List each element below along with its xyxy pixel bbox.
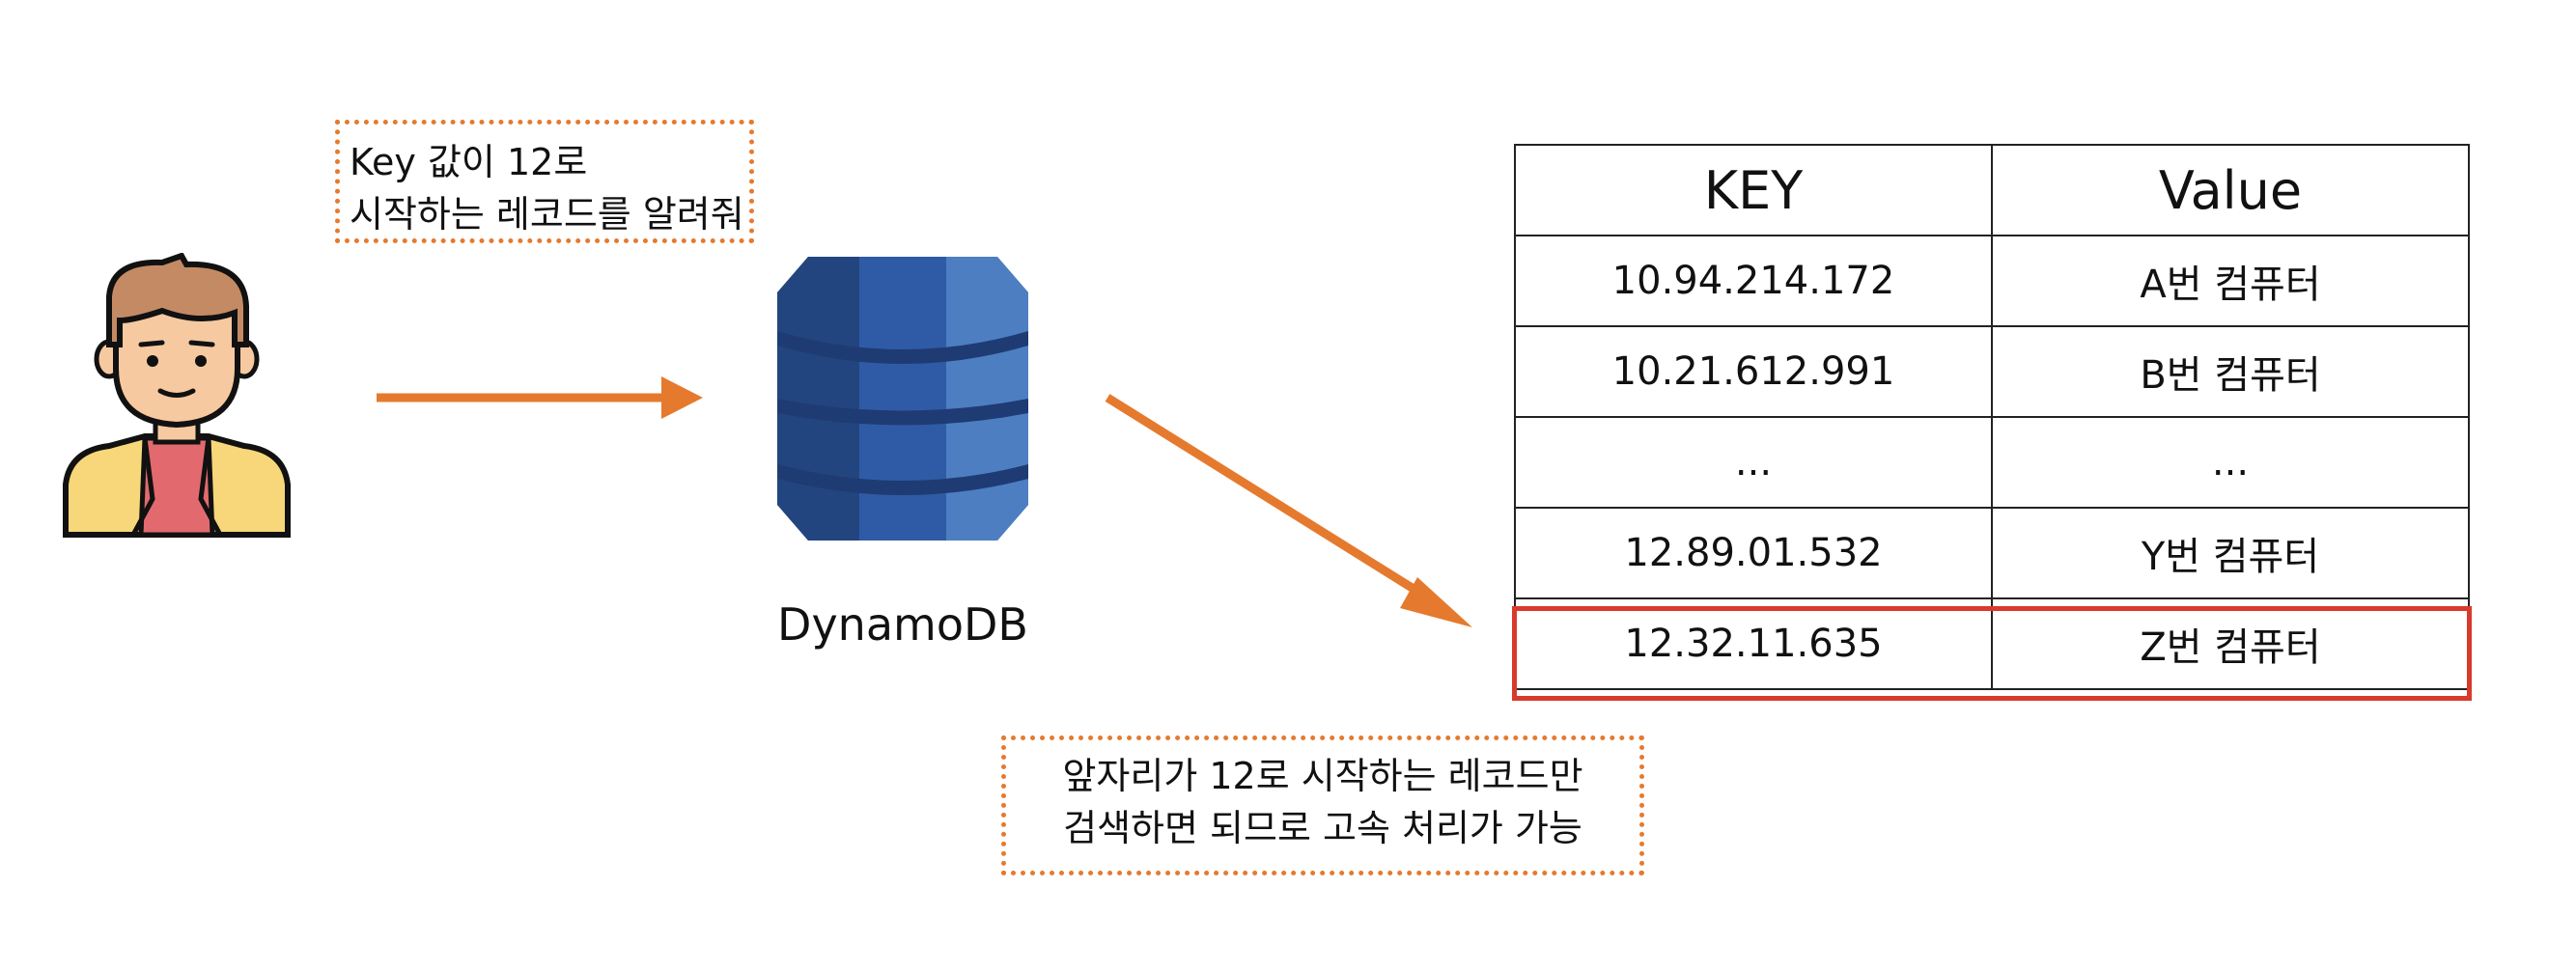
result-note: 앞자리가 12로 시작하는 레코드만 검색하면 되므로 고속 처리가 가능 (1001, 735, 1644, 875)
table-row: 10.94.214.172 A번 컴퓨터 (1514, 235, 2470, 327)
row-value: B번 컴퓨터 (1991, 325, 2470, 418)
row-key: 10.21.612.991 (1514, 325, 1993, 418)
table-row: ... ... (1514, 416, 2470, 509)
table-row: 12.89.01.532 Y번 컴퓨터 (1514, 507, 2470, 599)
dynamodb-label: DynamoDB (777, 598, 1028, 651)
query-note-line-2: 시작하는 레코드를 알려줘 (350, 193, 744, 236)
row-value: A번 컴퓨터 (1991, 235, 2470, 327)
matched-row-highlight (1512, 606, 2472, 701)
row-key: ... (1514, 416, 1993, 509)
person-icon (56, 252, 297, 542)
row-value: ... (1991, 416, 2470, 509)
lookup-arrow-line (1105, 394, 1440, 607)
header-value: Value (1991, 144, 2470, 236)
row-key: 12.89.01.532 (1514, 507, 1993, 599)
dynamodb-icon (768, 254, 1038, 543)
result-note-line-1: 앞자리가 12로 시작하는 레코드만 (1062, 755, 1583, 797)
query-note: Key 값이 12로 시작하는 레코드를 알려줘 (335, 120, 754, 243)
result-note-line-2: 검색하면 되므로 고속 처리가 가능 (1063, 807, 1582, 849)
query-note-line-1: Key 값이 12로 (350, 141, 588, 183)
request-arrow-head (661, 376, 703, 419)
row-key: 10.94.214.172 (1514, 235, 1993, 327)
table-row: 10.21.612.991 B번 컴퓨터 (1514, 325, 2470, 418)
row-value: Y번 컴퓨터 (1991, 507, 2470, 599)
header-key: KEY (1514, 144, 1993, 236)
lookup-arrow-head (1400, 577, 1472, 627)
table-header-row: KEY Value (1514, 144, 2470, 236)
